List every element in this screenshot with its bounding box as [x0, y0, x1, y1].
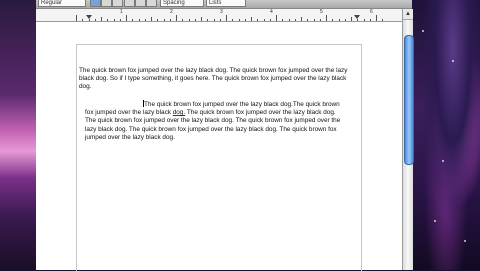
ruler-tick [182, 19, 184, 21]
style-field[interactable]: Regular [38, 0, 86, 7]
ruler-tick [163, 19, 165, 21]
ruler-tick [294, 19, 296, 21]
ruler-number: 4 [270, 9, 273, 15]
spelling-underline: dog. [172, 109, 186, 117]
paragraph-1[interactable]: The quick brown fox jumped over the lazy… [79, 67, 355, 92]
ruler-tick [151, 17, 152, 21]
ruler-tick [201, 17, 202, 21]
ruler-tick [238, 19, 240, 21]
ruler-tick [88, 19, 90, 21]
ruler-tick [219, 19, 221, 21]
ruler-tick [282, 19, 284, 21]
italic-button[interactable] [101, 0, 112, 7]
desktop-background-left [0, 0, 36, 270]
ruler-tick [382, 19, 384, 21]
paragraph-2[interactable]: The quick brown fox jumped over the lazy… [85, 100, 343, 142]
bold-button[interactable] [90, 0, 101, 7]
vertical-scrollbar[interactable]: ▲ [402, 9, 414, 270]
align-left-button[interactable] [124, 0, 135, 7]
ruler-tick [338, 19, 340, 21]
align-right-button[interactable] [146, 0, 157, 7]
ruler-tick [107, 19, 109, 21]
lists-field[interactable]: Lists [206, 0, 246, 7]
ruler-tick [213, 19, 215, 21]
ruler-number: 6 [370, 9, 373, 15]
ruler-tick [94, 19, 96, 21]
ruler-tick [132, 19, 134, 21]
ruler-tick [144, 19, 146, 21]
underline-button[interactable] [112, 0, 123, 7]
ruler-tick [332, 19, 334, 21]
format-bar: Regular Spacing Lists [36, 0, 412, 9]
ruler-tick [126, 15, 127, 21]
ruler-tick [326, 15, 327, 21]
ruler-tick [357, 19, 359, 21]
ruler-number: 5 [320, 9, 323, 15]
ruler[interactable]: 1 2 3 4 5 6 [36, 9, 402, 22]
ruler-tick [176, 15, 177, 21]
ruler-tick [276, 15, 277, 21]
ruler-tick [251, 17, 252, 21]
ruler-tick [76, 15, 77, 21]
ruler-number: 2 [170, 9, 173, 15]
ruler-tick [313, 19, 315, 21]
spacing-field[interactable]: Spacing [160, 0, 204, 7]
desktop-background-right [412, 0, 480, 270]
ruler-tick [376, 15, 377, 21]
ruler-number: 3 [220, 9, 223, 15]
ruler-tick [269, 19, 271, 21]
ruler-tick [288, 19, 290, 21]
ruler-tick [169, 19, 171, 21]
ruler-tick [82, 19, 84, 21]
document-window: Regular Spacing Lists 1 2 3 4 5 6 The qu… [36, 0, 414, 271]
ruler-tick [244, 19, 246, 21]
ruler-tick [307, 19, 309, 21]
ruler-tick [263, 19, 265, 21]
ruler-tick [119, 19, 121, 21]
ruler-tick [157, 19, 159, 21]
align-center-button[interactable] [135, 0, 146, 7]
scroll-thumb[interactable] [404, 35, 414, 165]
ruler-tick [319, 19, 321, 21]
ruler-tick [301, 17, 302, 21]
ruler-tick [344, 19, 346, 21]
ruler-tick [188, 19, 190, 21]
scroll-up-arrow-icon[interactable]: ▲ [403, 9, 413, 20]
ruler-tick [194, 19, 196, 21]
ruler-tick [207, 19, 209, 21]
ruler-tick [138, 19, 140, 21]
ruler-tick [101, 17, 102, 21]
ruler-tick [363, 19, 365, 21]
ruler-number: 1 [120, 9, 123, 15]
ruler-tick [113, 19, 115, 21]
ruler-tick [257, 19, 259, 21]
ruler-tick [351, 17, 352, 21]
ruler-tick [226, 15, 227, 21]
ruler-tick [369, 19, 371, 21]
ruler-tick [232, 19, 234, 21]
